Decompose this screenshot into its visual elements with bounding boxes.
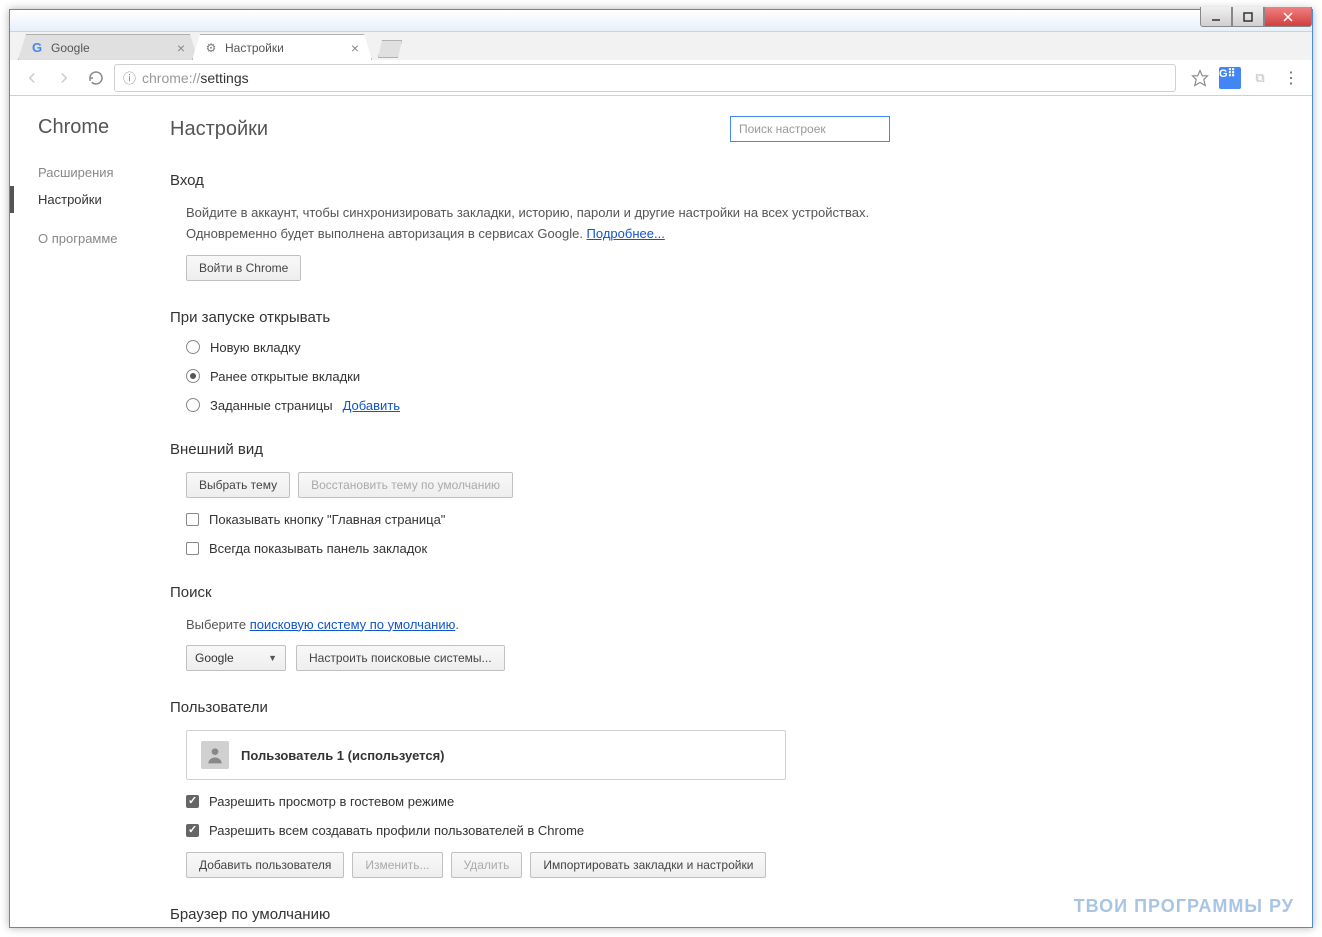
gear-icon: ⚙ (203, 40, 219, 56)
browser-window: G Google × ⚙ Настройки × ⓘ chrome://sett… (9, 9, 1313, 928)
page-viewport[interactable]: Chrome Расширения Настройки О программе … (10, 96, 1312, 927)
new-tab-button[interactable] (378, 40, 402, 58)
url-text: chrome://settings (142, 70, 249, 86)
checkbox-icon (186, 795, 199, 808)
window-minimize-button[interactable] (1200, 7, 1232, 27)
extension-icon[interactable]: ⧉ (1246, 64, 1274, 92)
section-title: Браузер по умолчанию (170, 906, 890, 923)
section-title: Вход (170, 172, 890, 189)
section-default-browser: Браузер по умолчанию Назначить Google Ch… (170, 906, 890, 927)
section-title: Внешний вид (170, 441, 890, 458)
choose-theme-button[interactable]: Выбрать тему (186, 472, 290, 498)
section-login: Вход Войдите в аккаунт, чтобы синхронизи… (170, 172, 890, 281)
user-label: Пользователь 1 (используется) (241, 748, 445, 763)
add-user-button[interactable]: Добавить пользователя (186, 852, 344, 878)
manage-search-engines-button[interactable]: Настроить поисковые системы... (296, 645, 505, 671)
sidebar-item-settings[interactable]: Настройки (38, 186, 170, 213)
forward-button[interactable] (50, 64, 78, 92)
checkbox-icon (186, 513, 199, 526)
radio-icon (186, 369, 200, 383)
section-startup: При запуске открывать Новую вкладку Ране… (170, 309, 890, 413)
tab-close-button[interactable]: × (349, 40, 361, 56)
window-maximize-button[interactable] (1232, 7, 1264, 27)
window-titlebar (10, 10, 1312, 32)
show-bookmarks-bar-checkbox[interactable]: Всегда показывать панель закладок (186, 541, 890, 556)
learn-more-link[interactable]: Подробнее... (587, 226, 665, 241)
window-controls (1200, 7, 1312, 27)
reload-button[interactable] (82, 64, 110, 92)
section-users: Пользователи Пользователь 1 (используетс… (170, 699, 890, 878)
login-description: Войдите в аккаунт, чтобы синхронизироват… (186, 203, 890, 245)
checkbox-icon (186, 542, 199, 555)
allow-guest-checkbox[interactable]: Разрешить просмотр в гостевом режиме (186, 794, 890, 809)
edit-user-button[interactable]: Изменить... (352, 852, 442, 878)
delete-user-button[interactable]: Удалить (451, 852, 523, 878)
section-appearance: Внешний вид Выбрать тему Восстановить те… (170, 441, 890, 556)
tab-title: Настройки (225, 41, 284, 55)
checkbox-icon (186, 824, 199, 837)
menu-button[interactable]: ⋮ (1276, 64, 1304, 92)
sidebar-item-about[interactable]: О программе (38, 225, 170, 252)
tab-google[interactable]: G Google × (18, 34, 198, 60)
chevron-down-icon: ▼ (268, 653, 277, 663)
tab-title: Google (51, 41, 90, 55)
search-description: Выберите поисковую систему по умолчанию. (186, 615, 890, 636)
tab-settings[interactable]: ⚙ Настройки × (192, 34, 372, 60)
bookmark-star-icon[interactable] (1186, 64, 1214, 92)
avatar-icon (201, 741, 229, 769)
section-title: При запуске открывать (170, 309, 890, 326)
startup-option-continue[interactable]: Ранее открытые вкладки (186, 369, 890, 384)
settings-search-input[interactable]: Поиск настроек (730, 116, 890, 142)
window-close-button[interactable] (1264, 7, 1312, 27)
current-user-row[interactable]: Пользователь 1 (используется) (186, 730, 786, 780)
startup-add-pages-link[interactable]: Добавить (343, 398, 400, 413)
show-home-button-checkbox[interactable]: Показывать кнопку "Главная страница" (186, 512, 890, 527)
address-bar[interactable]: ⓘ chrome://settings (114, 64, 1176, 92)
radio-icon (186, 340, 200, 354)
page-title: Настройки (170, 118, 268, 141)
tab-close-button[interactable]: × (175, 40, 187, 56)
reset-theme-button[interactable]: Восстановить тему по умолчанию (298, 472, 513, 498)
settings-main: Настройки Поиск настроек Вход Войдите в … (170, 116, 890, 927)
tab-strip: G Google × ⚙ Настройки × (10, 32, 1312, 60)
startup-option-newtab[interactable]: Новую вкладку (186, 340, 890, 355)
sidebar-item-extensions[interactable]: Расширения (38, 159, 170, 186)
toolbar: ⓘ chrome://settings G⠿ ⧉ ⋮ (10, 60, 1312, 96)
section-title: Пользователи (170, 699, 890, 716)
allow-create-profiles-checkbox[interactable]: Разрешить всем создавать профили пользов… (186, 823, 890, 838)
sidebar-brand: Chrome (38, 116, 170, 139)
startup-option-pages[interactable]: Заданные страницы Добавить (186, 398, 890, 413)
translate-extension-icon[interactable]: G⠿ (1216, 64, 1244, 92)
info-icon: ⓘ (123, 68, 136, 87)
search-engine-select[interactable]: Google▼ (186, 645, 286, 671)
radio-icon (186, 398, 200, 412)
settings-sidebar: Chrome Расширения Настройки О программе (10, 116, 170, 927)
toolbar-actions: G⠿ ⧉ ⋮ (1186, 64, 1304, 92)
page-header: Настройки Поиск настроек (170, 116, 890, 142)
back-button[interactable] (18, 64, 46, 92)
default-search-link[interactable]: поисковую систему по умолчанию (250, 617, 456, 632)
section-title: Поиск (170, 584, 890, 601)
import-bookmarks-button[interactable]: Импортировать закладки и настройки (530, 852, 766, 878)
settings-page: Chrome Расширения Настройки О программе … (10, 96, 1312, 927)
section-search: Поиск Выберите поисковую систему по умол… (170, 584, 890, 672)
google-favicon-icon: G (29, 40, 45, 56)
sign-in-button[interactable]: Войти в Chrome (186, 255, 301, 281)
